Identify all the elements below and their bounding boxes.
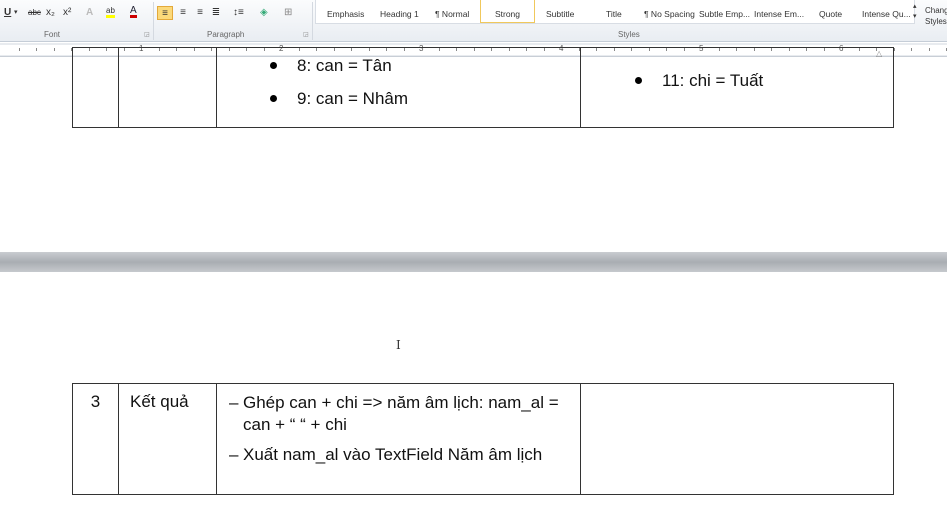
style-subtle-emphasis[interactable]: Subtle Emp...: [699, 9, 750, 19]
underline-dropdown-icon[interactable]: ▾: [14, 6, 18, 20]
style-intense-quote[interactable]: Intense Qu...: [862, 9, 911, 19]
line-spacing-button[interactable]: ↕≡: [233, 6, 244, 20]
justify-button[interactable]: ≣: [210, 6, 222, 20]
list-item: 9: can = Nhâm: [270, 82, 580, 115]
table-continued: 8: can = Tân 9: can = Nhâm 11: chi = Tuấ…: [72, 47, 894, 128]
style-no-spacing[interactable]: ¶ No Spacing: [644, 9, 695, 19]
style-subtitle[interactable]: Subtitle: [546, 9, 574, 19]
ruler-tick: [18, 48, 20, 51]
table: 3 Kết quả – Ghép can + chi => năm âm lịch…: [72, 383, 894, 495]
table-cell[interactable]: 8: can = Tân 9: can = Nhâm: [216, 47, 581, 128]
styles-gallery: Emphasis Heading 1 ¶ Normal Strong Subti…: [315, 0, 915, 24]
ruler-tick: [928, 48, 930, 51]
list-item: 8: can = Tân: [270, 49, 580, 82]
styles-group-label: Styles: [618, 30, 640, 39]
text-effects-button[interactable]: A: [86, 6, 93, 20]
list-item-text: 11: chi = Tuất: [662, 70, 764, 90]
notes-cell[interactable]: [580, 383, 894, 495]
ruler-tick: [36, 48, 37, 51]
table-cell[interactable]: [72, 47, 119, 128]
list-item: – Xuất nam_al vào TextField Năm âm lịch: [217, 436, 580, 466]
font-color-button[interactable]: A: [130, 6, 137, 18]
list-item-text: 8: can = Tân: [297, 55, 392, 75]
ruler-tick: [911, 48, 912, 51]
list-item-text: Ghép can + chi => năm âm lịch: nam_al = …: [243, 393, 559, 434]
gallery-more-icon[interactable]: ▾: [913, 10, 917, 24]
underline-button[interactable]: U: [4, 6, 11, 20]
style-normal[interactable]: ¶ Normal: [435, 9, 469, 19]
font-dialog-launcher-icon[interactable]: ◲: [144, 31, 150, 38]
text-cursor-icon: I: [396, 338, 401, 352]
document-page-2: 3 Kết quả – Ghép can + chi => năm âm lịch…: [0, 272, 947, 517]
shading-button[interactable]: ◈: [260, 6, 268, 20]
bullet-icon: [270, 95, 277, 102]
list-item: – Ghép can + chi => năm âm lịch: nam_al =…: [217, 384, 580, 436]
align-right-button[interactable]: ≡: [194, 6, 206, 20]
style-strong[interactable]: Strong: [480, 0, 535, 23]
bullet-icon: [270, 62, 277, 69]
list-item-text: Xuất nam_al vào TextField Năm âm lịch: [243, 445, 543, 464]
style-heading-1[interactable]: Heading 1: [380, 9, 419, 19]
subscript-button[interactable]: x₂: [46, 6, 55, 20]
font-group-label: Font: [44, 30, 61, 39]
ribbon: U ▾ abc x₂ x² A ab A Font ◲ ≡ ≡ ≡ ≣ ↕≡ ◈…: [0, 0, 947, 42]
table-cell[interactable]: 11: chi = Tuất: [580, 47, 894, 128]
row-number-cell[interactable]: 3: [72, 383, 119, 495]
style-title[interactable]: Title: [606, 9, 622, 19]
list-item: 11: chi = Tuất: [635, 64, 893, 97]
highlight-button[interactable]: ab: [106, 6, 115, 18]
divider: [312, 2, 313, 40]
table-cell[interactable]: – Ghép can + chi => năm âm lịch: nam_al =…: [216, 383, 581, 495]
ruler-tick: [53, 48, 55, 51]
borders-button[interactable]: ⊞: [284, 6, 292, 20]
align-center-button[interactable]: ≡: [177, 6, 189, 20]
align-left-button[interactable]: ≡: [157, 6, 173, 20]
change-styles-button[interactable]: Change Styles: [925, 5, 947, 27]
paragraph-group-label: Paragraph: [207, 30, 245, 39]
paragraph-dialog-launcher-icon[interactable]: ◲: [303, 31, 309, 38]
style-intense-emphasis[interactable]: Intense Em...: [754, 9, 804, 19]
dash-bullet-icon: –: [229, 445, 239, 464]
superscript-button[interactable]: x²: [63, 6, 71, 20]
row-title-cell[interactable]: Kết quả: [118, 383, 217, 495]
list-item-text: 9: can = Nhâm: [297, 88, 409, 108]
strikethrough-button[interactable]: abc: [28, 6, 41, 20]
bullet-icon: [635, 77, 642, 84]
divider: [153, 2, 154, 40]
style-emphasis[interactable]: Emphasis: [327, 9, 364, 19]
dash-bullet-icon: –: [229, 393, 239, 412]
table-cell[interactable]: [118, 47, 217, 128]
page-break-gap: [0, 252, 947, 272]
document-page-1: 8: can = Tân 9: can = Nhâm 11: chi = Tuấ…: [0, 47, 947, 252]
style-quote[interactable]: Quote: [819, 9, 842, 19]
